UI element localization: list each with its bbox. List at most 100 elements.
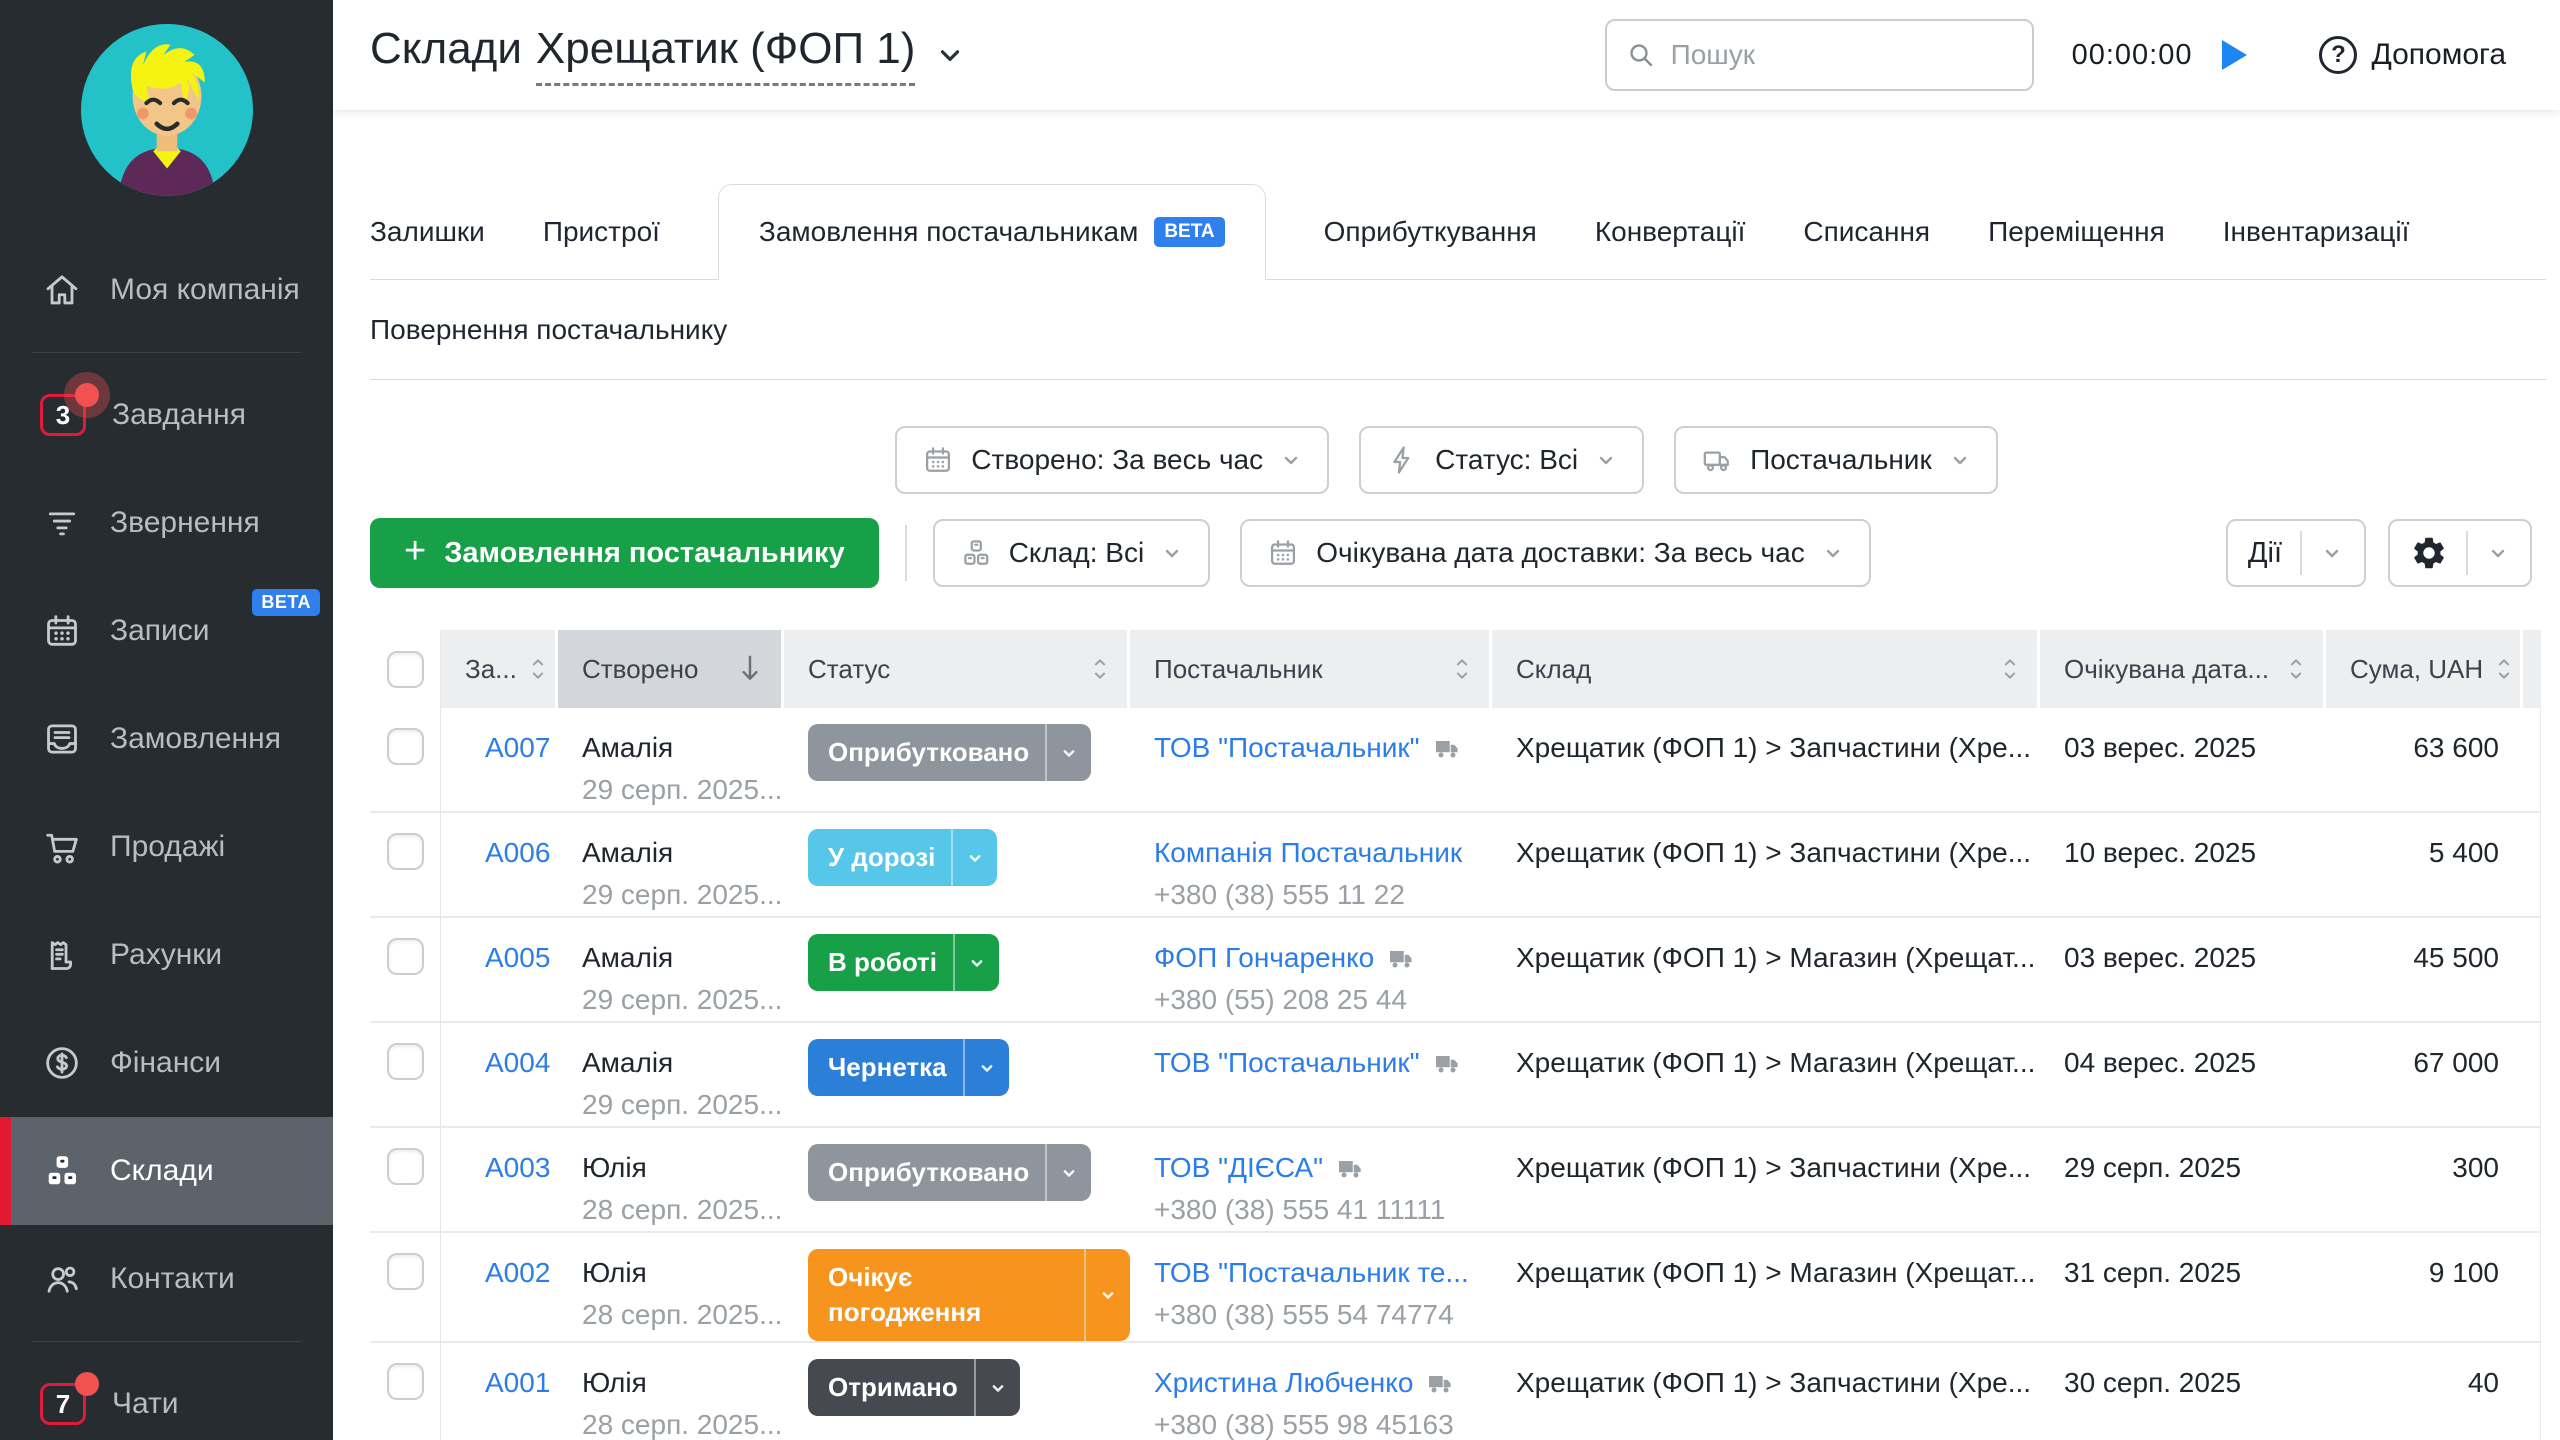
filter-expected-date-dropdown[interactable]: Очікувана дата доставки: За весь час [1240, 519, 1871, 587]
order-id-link[interactable]: A005 [485, 942, 550, 973]
row-checkbox[interactable] [387, 833, 424, 870]
column-header-expected[interactable]: Очікувана дата... [2040, 630, 2326, 708]
row-stub-cell [2523, 1233, 2541, 1343]
supplier-link[interactable]: Компанія Постачальник [1154, 837, 1462, 869]
sum-cell: 45 500 [2326, 918, 2523, 1023]
sidebar-item-invoices[interactable]: Рахунки [0, 901, 333, 1009]
select-all-checkbox[interactable] [387, 651, 424, 688]
order-id-link[interactable]: A001 [485, 1367, 550, 1398]
created-author: Амалія [582, 1047, 784, 1079]
supplier-link[interactable]: ТОВ "ДІЄСА" [1154, 1152, 1323, 1184]
warehouse-cell: Хрещатик (ФОП 1) > Магазин (Хрещат... [1492, 1023, 2040, 1128]
row-select-cell [370, 708, 441, 813]
sidebar-item-my-company[interactable]: Моя компанія [0, 236, 333, 344]
row-stub-cell [2523, 1128, 2541, 1233]
row-stub-cell [2523, 708, 2541, 813]
status-label: Отримано [828, 1359, 958, 1416]
question-icon: ? [2319, 36, 2357, 74]
status-badge-dropdown[interactable]: Оприбутковано [808, 1144, 1091, 1201]
column-header-label: Статус [808, 654, 890, 685]
row-checkbox[interactable] [387, 938, 424, 975]
row-checkbox[interactable] [387, 728, 424, 765]
tab-receiving[interactable]: Оприбуткування [1324, 184, 1537, 279]
supplier-link[interactable]: ФОП Гончаренко [1154, 942, 1374, 974]
help-button[interactable]: ? Допомога [2319, 36, 2506, 74]
sidebar-item-sales[interactable]: Продажі [0, 793, 333, 901]
row-checkbox[interactable] [387, 1253, 424, 1290]
sidebar-item-records[interactable]: ЗаписиBETA [0, 577, 333, 685]
warehouse-cell: Хрещатик (ФОП 1) > Запчастини (Хре... [1492, 813, 2040, 918]
avatar[interactable] [81, 24, 253, 196]
order-id-link[interactable]: A004 [485, 1047, 550, 1078]
warehouse-cell: Хрещатик (ФОП 1) > Запчастини (Хре... [1492, 708, 2040, 813]
supplier-link[interactable]: ТОВ "Постачальник те... [1154, 1257, 1469, 1289]
order-id-link[interactable]: A006 [485, 837, 550, 868]
column-header-supplier[interactable]: Постачальник [1130, 630, 1492, 708]
supplier-link[interactable]: Христина Любченко [1154, 1367, 1413, 1399]
filter-created-dropdown[interactable]: Створено: За весь час [895, 426, 1329, 494]
supplier-line: ТОВ "Постачальник" [1154, 1047, 1492, 1079]
order-id-link[interactable]: A003 [485, 1152, 550, 1183]
sidebar-item-warehouses[interactable]: Склади [0, 1117, 333, 1225]
chevron-down-icon [1047, 1163, 1091, 1183]
search-input[interactable] [1671, 39, 2014, 71]
tab-supplier-orders[interactable]: Замовлення постачальникамBETA [718, 184, 1266, 280]
column-header-status[interactable]: Статус [784, 630, 1130, 708]
supplier-cell: ТОВ "Постачальник" [1130, 708, 1492, 813]
row-checkbox[interactable] [387, 1148, 424, 1185]
tab-label: Переміщення [1988, 216, 2165, 248]
supplier-cell: ФОП Гончаренко+380 (55) 208 25 44 [1130, 918, 1492, 1023]
table-header-select-all[interactable] [370, 630, 441, 708]
sidebar-item-orders[interactable]: Замовлення [0, 685, 333, 793]
sidebar-item-chats[interactable]: 7Чати [0, 1350, 333, 1440]
status-badge-dropdown[interactable]: Оприбутковано [808, 724, 1091, 781]
warehouse-selector[interactable]: Хрещатик (ФОП 1) [536, 24, 916, 86]
expected-date-cell: 03 верес. 2025 [2040, 918, 2326, 1023]
warehouse-selector-chevron-icon[interactable] [935, 40, 965, 70]
created-cell: Амалія29 серп. 2025... [558, 918, 784, 1023]
create-supplier-order-button[interactable]: + Замовлення постачальнику [370, 518, 879, 588]
tab-conversions[interactable]: Конвертації [1595, 184, 1746, 279]
supplier-link[interactable]: ТОВ "Постачальник" [1154, 732, 1420, 764]
actions-button[interactable]: Дії [2226, 519, 2366, 587]
supplier-orders-table: За...Створено Статус ПостачальникСклад Очік… [370, 630, 2560, 1440]
filter-status-dropdown[interactable]: Статус: Всі [1359, 426, 1644, 494]
sidebar-item-contacts[interactable]: Контакти [0, 1225, 333, 1333]
tab-transfers[interactable]: Переміщення [1988, 184, 2165, 279]
sidebar-item-requests[interactable]: Звернення [0, 469, 333, 577]
order-id-link[interactable]: A007 [485, 732, 550, 763]
column-header-label: Очікувана дата... [2064, 654, 2269, 685]
order-id-link[interactable]: A002 [485, 1257, 550, 1288]
status-badge-dropdown[interactable]: Очікує погодження [808, 1249, 1130, 1341]
created-author: Амалія [582, 837, 784, 869]
sidebar-item-tasks[interactable]: 3Завдання [0, 361, 333, 469]
status-badge-dropdown[interactable]: У дорозі [808, 829, 997, 886]
column-header-order[interactable]: За... [441, 630, 558, 708]
tab-inventories[interactable]: Інвентаризації [2223, 184, 2410, 279]
column-header-warehouse[interactable]: Склад [1492, 630, 2040, 708]
expected-date-cell: 29 серп. 2025 [2040, 1128, 2326, 1233]
filter-label: Склад: Всі [1009, 537, 1145, 569]
row-checkbox[interactable] [387, 1043, 424, 1080]
status-badge-dropdown[interactable]: Отримано [808, 1359, 1020, 1416]
tab-stocks[interactable]: Залишки [370, 184, 485, 279]
filter-supplier-dropdown[interactable]: Постачальник [1674, 426, 1998, 494]
column-header-created[interactable]: Створено [558, 630, 784, 708]
row-checkbox[interactable] [387, 1363, 424, 1400]
sidebar-item-finance[interactable]: Фінанси [0, 1009, 333, 1117]
row-select-cell [370, 813, 441, 918]
column-header-sum[interactable]: Сума, UAH [2326, 630, 2523, 708]
status-badge-dropdown[interactable]: В роботі [808, 934, 999, 991]
supplier-link[interactable]: ТОВ "Постачальник" [1154, 1047, 1420, 1079]
chevron-down-icon [2486, 541, 2510, 565]
status-badge-dropdown[interactable]: Чернетка [808, 1039, 1009, 1096]
sort-desc-arrow-icon [735, 652, 765, 686]
timer-play-button[interactable] [2222, 40, 2247, 70]
tab-supplier-returns[interactable]: Повернення постачальнику [370, 314, 727, 346]
sort-toggle-icon [2285, 654, 2307, 684]
tab-write-offs[interactable]: Списання [1803, 184, 1930, 279]
tab-devices[interactable]: Пристрої [543, 184, 660, 279]
filter-warehouse-dropdown[interactable]: Склад: Всі [933, 519, 1211, 587]
home-icon [40, 268, 84, 312]
table-settings-button[interactable] [2388, 519, 2532, 587]
